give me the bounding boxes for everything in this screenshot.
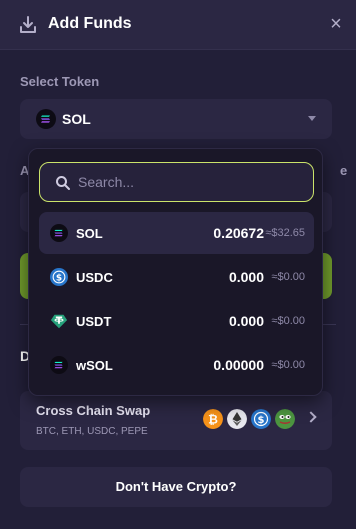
select-token-label: Select Token: [20, 74, 100, 89]
solana-icon: [36, 109, 56, 129]
usdc-icon: $: [251, 409, 271, 429]
token-name: USDT: [76, 314, 112, 329]
token-option-usdt[interactable]: USDT 0.000 ≈$0.00: [39, 300, 314, 342]
download-icon: [20, 16, 36, 33]
search-icon: [56, 176, 70, 190]
ethereum-icon: [227, 409, 247, 429]
token-usd-value: ≈$32.65: [265, 227, 305, 239]
usdt-icon: [50, 314, 68, 329]
chevron-right-icon: [305, 411, 317, 423]
svg-text:$: $: [258, 415, 265, 426]
selected-token: SOL: [62, 111, 91, 127]
wsol-icon: [50, 356, 68, 374]
token-usd-value: ≈$0.00: [271, 271, 305, 283]
token-select[interactable]: SOL: [20, 99, 332, 139]
token-amount: 0.000: [228, 313, 264, 329]
token-option-wsol[interactable]: wSOL 0.00000 ≈$0.00: [39, 344, 314, 386]
token-usd-value: ≈$0.00: [271, 315, 305, 327]
search-input[interactable]: [78, 169, 303, 195]
modal-title: Add Funds: [48, 15, 132, 32]
dont-have-crypto-button[interactable]: Don't Have Crypto?: [20, 467, 332, 507]
search-box[interactable]: [39, 162, 314, 202]
cross-chain-title: Cross Chain Swap: [36, 403, 151, 418]
label-fragment-right: e: [340, 163, 348, 178]
cross-chain-subtitle: BTC, ETH, USDC, PEPE: [36, 426, 148, 437]
add-funds-panel: Add Funds × Select Token SOL A e D Cross…: [0, 0, 356, 529]
solana-icon: [50, 224, 68, 242]
token-dropdown: SOL 0.20672 ≈$32.65 $ USDC 0.000 ≈$0.00 …: [28, 148, 323, 396]
bitcoin-icon: ₿: [203, 409, 223, 429]
token-amount: 0.000: [228, 269, 264, 285]
token-name: SOL: [76, 226, 103, 241]
caret-down-icon: [308, 116, 316, 121]
usdc-icon: $: [50, 268, 68, 286]
token-amount: 0.00000: [213, 357, 264, 373]
token-name: USDC: [76, 270, 113, 285]
pepe-icon: [275, 409, 295, 429]
svg-text:₿: ₿: [208, 413, 218, 427]
token-name: wSOL: [76, 358, 113, 373]
token-amount: 0.20672: [213, 225, 264, 241]
modal-header: Add Funds ×: [0, 0, 356, 50]
cross-chain-swap-card[interactable]: Cross Chain Swap BTC, ETH, USDC, PEPE ₿ …: [20, 391, 332, 450]
svg-text:$: $: [56, 273, 62, 283]
token-usd-value: ≈$0.00: [271, 359, 305, 371]
token-option-usdc[interactable]: $ USDC 0.000 ≈$0.00: [39, 256, 314, 298]
close-button[interactable]: ×: [325, 13, 347, 35]
token-option-sol[interactable]: SOL 0.20672 ≈$32.65: [39, 212, 314, 254]
